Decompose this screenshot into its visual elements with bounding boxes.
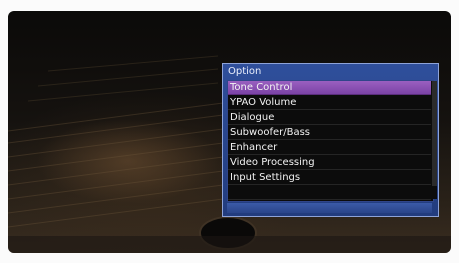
menu-item-empty <box>228 186 431 200</box>
menu-footer-bar <box>227 203 432 213</box>
menu-title: Option <box>228 66 262 77</box>
tv-screen: Option Tone Control YPAO Volume Dialogue… <box>0 0 459 263</box>
menu-item-subwoofer-bass[interactable]: Subwoofer/Bass <box>228 126 431 140</box>
menu-scrollbar[interactable] <box>432 81 437 199</box>
option-list: Tone Control YPAO Volume Dialogue Subwoo… <box>227 80 434 202</box>
menu-item-tone-control[interactable]: Tone Control <box>228 81 431 95</box>
menu-item-enhancer[interactable]: Enhancer <box>228 141 431 155</box>
menu-item-dialogue[interactable]: Dialogue <box>228 111 431 125</box>
menu-item-input-settings[interactable]: Input Settings <box>228 171 431 185</box>
menu-scroll-thumb[interactable] <box>432 81 437 186</box>
option-menu: Option Tone Control YPAO Volume Dialogue… <box>222 63 439 217</box>
menu-item-ypao-volume[interactable]: YPAO Volume <box>228 96 431 110</box>
menu-item-video-processing[interactable]: Video Processing <box>228 156 431 170</box>
